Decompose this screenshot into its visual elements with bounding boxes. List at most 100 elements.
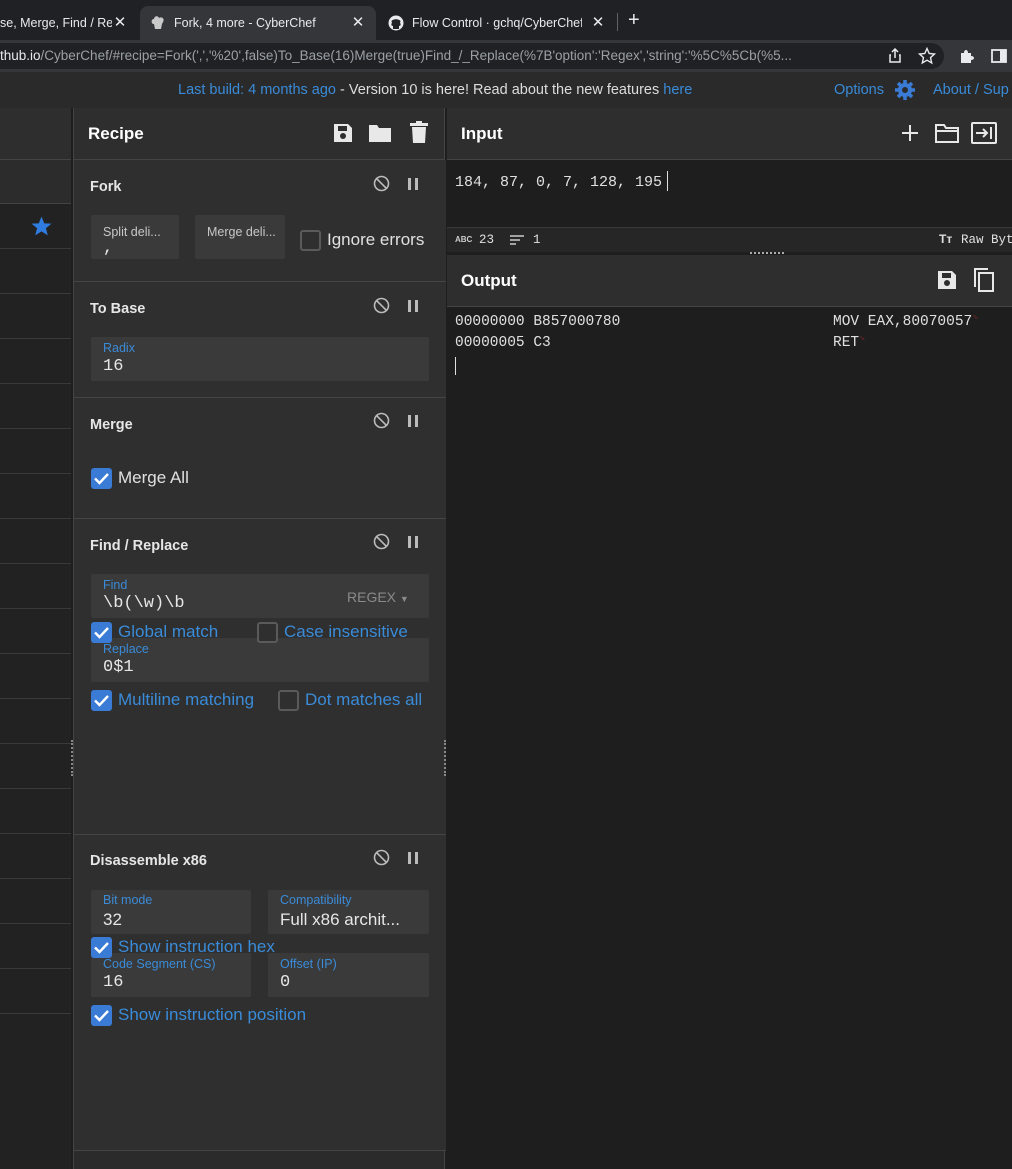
category-row[interactable] — [0, 924, 71, 969]
compatibility-field[interactable]: Compatibility Full x86 archit... — [268, 890, 429, 934]
pause-icon[interactable] — [407, 177, 419, 191]
bookmark-star-icon[interactable] — [918, 47, 936, 65]
operations-header — [0, 108, 71, 160]
find-field[interactable]: Find \b(\w)\b REGEX ▼ — [91, 574, 429, 618]
merge-all-checkbox[interactable] — [91, 468, 112, 489]
close-tab-icon[interactable]: ✕ — [112, 15, 128, 31]
category-row[interactable] — [0, 519, 71, 564]
share-icon[interactable] — [887, 48, 903, 64]
global-match-checkbox[interactable] — [91, 622, 112, 643]
disassemble-x86-operation[interactable]: Disassemble x86 Bit mode 32 Compatibilit… — [74, 835, 446, 1151]
category-row[interactable] — [0, 789, 71, 834]
favourites-category[interactable] — [0, 204, 71, 249]
fork-operation[interactable]: Fork Split deli... , Merge deli... Ignor… — [74, 160, 446, 282]
pause-icon[interactable] — [407, 414, 419, 428]
io-panel: Input 184, 87, 0, 7, 128, 195 ABC 23 1 T… — [447, 108, 1012, 1169]
output-asm-line: RET␍ — [833, 335, 866, 351]
code-segment-field[interactable]: Code Segment (CS) 16 — [91, 953, 251, 997]
add-input-tab-icon[interactable] — [901, 124, 919, 142]
disable-icon[interactable] — [373, 412, 390, 429]
save-output-icon[interactable] — [936, 269, 958, 291]
field-value: 0$1 — [103, 658, 134, 677]
offset-ip-field[interactable]: Offset (IP) 0 — [268, 953, 429, 997]
about-link[interactable]: About / Sup — [933, 82, 1009, 98]
category-row[interactable] — [0, 294, 71, 339]
operation-title: Disassemble x86 — [90, 853, 207, 869]
field-label: Code Segment (CS) — [103, 957, 216, 971]
tab-title: se, Merge, Find / Re — [0, 16, 112, 30]
replace-field[interactable]: Replace 0$1 — [91, 638, 429, 682]
ignore-errors-checkbox[interactable] — [300, 230, 321, 251]
multiline-checkbox[interactable] — [91, 690, 112, 711]
category-row[interactable] — [0, 654, 71, 699]
close-tab-icon[interactable]: ✕ — [590, 15, 606, 31]
split-delimiter-field[interactable]: Split deli... , — [91, 215, 179, 259]
load-file-icon[interactable] — [971, 122, 997, 144]
category-row[interactable] — [0, 564, 71, 609]
new-tab-icon[interactable]: + — [628, 9, 640, 32]
options-link[interactable]: Options — [834, 82, 884, 98]
tab-title: Fork, 4 more - CyberChef — [174, 16, 316, 30]
field-value: Full x86 archit... — [280, 910, 400, 929]
address-bar: thub.io/CyberChef/#recipe=Fork(',','%20'… — [0, 40, 1012, 72]
browser-tab-active[interactable]: Fork, 4 more - CyberChef ✕ — [140, 6, 376, 40]
category-row[interactable] — [0, 249, 71, 294]
open-folder-icon[interactable] — [935, 123, 959, 143]
pause-icon[interactable] — [407, 851, 419, 865]
disable-icon[interactable] — [373, 175, 390, 192]
checkbox-label: Ignore errors — [327, 230, 425, 249]
dot-matches-all-checkbox[interactable] — [278, 690, 299, 711]
merge-delimiter-field[interactable]: Merge deli... — [195, 215, 285, 259]
side-panel-icon[interactable] — [991, 48, 1007, 64]
category-row[interactable] — [0, 384, 71, 429]
browser-tab[interactable]: se, Merge, Find / Re ✕ — [0, 6, 138, 40]
browser-tab[interactable]: Flow Control · gchq/CyberChef ✕ — [378, 6, 616, 40]
find-mode-dropdown[interactable]: REGEX ▼ — [347, 589, 409, 605]
category-row[interactable] — [0, 699, 71, 744]
field-value: , — [103, 239, 114, 258]
checkbox-label: Show instruction position — [118, 1005, 307, 1024]
raw-bytes-toggle[interactable]: Raw Byt — [961, 233, 1012, 247]
radix-field[interactable]: Radix 16 — [91, 337, 429, 381]
category-row[interactable] — [0, 609, 71, 654]
copy-output-icon[interactable] — [973, 267, 995, 293]
disable-icon[interactable] — [373, 297, 390, 314]
category-row[interactable] — [0, 834, 71, 879]
pause-icon[interactable] — [407, 299, 419, 313]
gear-icon[interactable] — [894, 79, 916, 101]
clear-recipe-trash-icon[interactable] — [410, 121, 428, 143]
bit-mode-field[interactable]: Bit mode 32 — [91, 890, 251, 934]
disable-icon[interactable] — [373, 533, 390, 550]
io-resize-handle[interactable] — [750, 252, 784, 254]
pause-icon[interactable] — [407, 535, 419, 549]
resize-gutter[interactable] — [444, 740, 446, 776]
to-base-operation[interactable]: To Base Radix 16 — [74, 282, 446, 398]
input-textarea[interactable]: 184, 87, 0, 7, 128, 195 — [447, 160, 1012, 227]
disable-icon[interactable] — [373, 849, 390, 866]
category-row[interactable] — [0, 339, 71, 384]
category-row[interactable] — [0, 429, 71, 474]
category-row[interactable] — [0, 879, 71, 924]
here-link[interactable]: here — [663, 82, 692, 98]
category-row[interactable] — [0, 969, 71, 1014]
save-recipe-icon[interactable] — [332, 122, 354, 144]
load-recipe-folder-icon[interactable] — [368, 123, 392, 143]
divider — [617, 13, 618, 31]
find-replace-operation[interactable]: Find / Replace Find \b(\w)\b REGEX ▼ Rep… — [74, 519, 446, 835]
case-insensitive-checkbox[interactable] — [257, 622, 278, 643]
url-host: thub.io — [0, 48, 41, 63]
recipe-panel: Recipe Fork Split deli... , Merge deli..… — [73, 108, 446, 1169]
last-build-link[interactable]: Last build: 4 months ago — [178, 82, 336, 98]
close-tab-icon[interactable]: ✕ — [350, 15, 366, 31]
extensions-icon[interactable] — [958, 47, 976, 65]
operations-search[interactable] — [0, 160, 71, 204]
show-instruction-position-checkbox[interactable] — [91, 1005, 112, 1026]
output-area[interactable]: 00000000 B857000780 MOV EAX,80070057␍ 00… — [447, 307, 1012, 1169]
category-row[interactable] — [0, 744, 71, 789]
show-instruction-hex-checkbox[interactable] — [91, 937, 112, 958]
category-row[interactable] — [0, 474, 71, 519]
output-line: 00000000 B857000780 — [455, 314, 620, 330]
field-value: 0 — [280, 973, 291, 992]
url-input[interactable]: thub.io/CyberChef/#recipe=Fork(',','%20'… — [0, 43, 944, 69]
merge-operation[interactable]: Merge Merge All — [74, 398, 446, 519]
